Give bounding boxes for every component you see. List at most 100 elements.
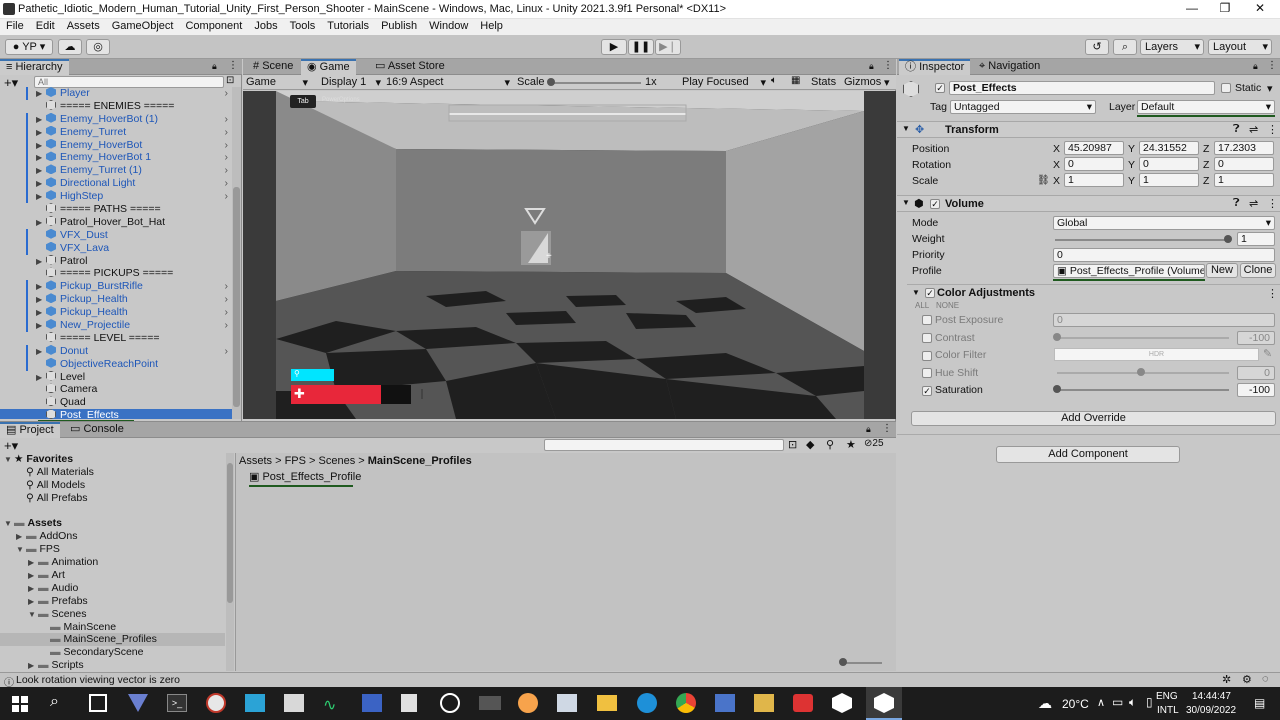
hierarchy-item[interactable]: ▶ Enemy_Turret › [0,125,232,139]
unity-hub-icon[interactable] [832,693,852,713]
menu-tools[interactable]: Tools [284,19,322,32]
profile-clone-button[interactable]: Clone [1240,263,1276,278]
menu-help[interactable]: Help [474,19,509,32]
help-icon[interactable]: ❓︎ [1233,197,1240,210]
project-tree-item[interactable]: ▶ ▬ Audio [0,582,225,595]
gizmos-button[interactable]: Gizmos [844,76,881,88]
open-prefab-icon[interactable]: › [225,126,229,139]
project-tree-item[interactable]: ⚲ All Prefabs [0,492,225,505]
active-checkbox[interactable]: ✓ [935,83,945,93]
hierarchy-item[interactable]: ▶ Pickup_Health › [0,293,232,307]
project-tree-item[interactable]: ⚲ All Models [0,479,225,492]
hierarchy-item[interactable]: ▶ New_Projectile › [0,319,232,332]
static-checkbox[interactable] [1221,83,1231,93]
tab-game[interactable]: ◉ Game [301,59,356,75]
stats-button[interactable]: Stats [811,76,836,88]
project-tree-scrollbar[interactable] [226,453,234,671]
contrast-slider-knob[interactable] [1053,333,1061,341]
hierarchy-item[interactable]: ===== LEVEL ===== [0,331,232,345]
project-tree-item[interactable]: ▶ ▬ AddOns [0,530,225,543]
axis-label-z[interactable]: Z [1203,175,1209,187]
open-prefab-icon[interactable]: › [225,345,229,358]
add-component-button[interactable]: Add Component [996,446,1180,463]
edge-icon[interactable] [637,693,657,713]
play-button[interactable]: ▶ [601,39,627,55]
hierarchy-item[interactable]: ObjectiveReachPoint [0,357,232,371]
none-toggle[interactable]: NONE [936,301,959,310]
open-prefab-icon[interactable]: › [225,177,229,190]
contrast-field[interactable]: -100 [1237,331,1275,345]
search-icon[interactable]: ⌕ [1113,39,1137,55]
open-prefab-icon[interactable]: › [225,293,229,306]
project-tree-item[interactable]: ▼ ▬ Assets [0,517,225,530]
blender-icon[interactable] [518,693,538,713]
collab-icon[interactable]: ◎ [86,39,110,55]
expand-arrow-icon[interactable]: ▶ [28,660,38,671]
breadcrumb-item[interactable]: Assets [239,455,272,467]
project-tree-item[interactable]: ▬ SecondaryScene [0,646,225,659]
position-y-field[interactable]: 24.31552 [1139,141,1199,155]
breadcrumb-item[interactable]: FPS [285,455,306,467]
scale-slider-knob[interactable] [547,78,555,86]
layout-dropdown[interactable]: Layout ▾ [1208,39,1272,55]
hierarchy-item[interactable]: ▶ Level [0,370,232,384]
foldout-arrow-icon[interactable]: ▼ [912,288,920,297]
hierarchy-item[interactable]: ===== PATHS ===== [0,203,232,216]
hierarchy-item[interactable]: ▶ Donut › [0,344,232,358]
color-filter-override[interactable] [922,351,932,361]
open-prefab-icon[interactable]: › [225,164,229,177]
project-tree-item[interactable]: ▶ ▬ Scripts [0,659,225,671]
search-by-label-icon[interactable]: ◆ [806,438,814,451]
axis-label-x[interactable]: X [1053,175,1060,187]
breadcrumb-item[interactable]: MainScene_Profiles [368,455,472,467]
color-filter-swatch[interactable]: HDR [1054,348,1259,361]
pause-button[interactable]: ❚❚ [628,39,654,55]
scale-y-field[interactable]: 1 [1139,173,1199,187]
more-icon[interactable]: ⋮ [883,60,893,71]
minimize-button[interactable]: — [1175,0,1209,19]
project-tree-item[interactable]: ⚲ All Materials [0,466,225,479]
weather-temp[interactable]: 20°C [1062,697,1089,711]
post-exposure-field[interactable]: 0 [1053,313,1275,327]
weather-icon[interactable]: ☁ [1038,695,1052,712]
tab-hierarchy[interactable]: ≡ Hierarchy [0,59,69,75]
icon-size-slider-knob[interactable] [839,658,847,666]
language-code[interactable]: ENG [1156,691,1178,702]
expand-arrow-icon[interactable]: ▼ [28,609,38,622]
progress-icon[interactable]: ✲ [1222,673,1231,686]
project-tree-item[interactable]: ▶ ▬ Prefabs [0,595,225,608]
add-override-button[interactable]: Add Override [911,411,1276,426]
component-menu-icon[interactable]: ⋮ [1267,287,1278,300]
language-layout[interactable]: INTL [1157,705,1179,716]
foldout-arrow-icon[interactable]: ▼ [902,198,910,207]
axis-label-y[interactable]: Y [1128,175,1135,187]
hierarchy-item[interactable]: ▶ Enemy_HoverBot (1) › [0,112,232,126]
document-icon[interactable] [401,694,417,712]
menu-window[interactable]: Window [423,19,474,32]
scale-slider[interactable] [549,82,641,84]
tab-inspector[interactable]: ⓘ Inspector [899,59,971,75]
breadcrumb-item[interactable]: Scenes [319,455,356,467]
cloud-icon[interactable]: ☁ [58,39,82,55]
lock-icon[interactable]: 🔒︎ [1253,61,1258,72]
app3-icon[interactable] [715,694,735,712]
project-tree-item[interactable]: ▼ ▬ Scenes [0,608,225,621]
color-adjustments-checkbox[interactable]: ✓ [925,288,935,298]
menu-assets[interactable]: Assets [61,19,106,32]
scrollbar-thumb[interactable] [233,187,240,407]
foldout-arrow-icon[interactable]: ▼ [902,124,910,133]
hierarchy-item[interactable]: VFX_Lava [0,241,232,255]
display-mode-dropdown[interactable]: Game ▾ [246,76,308,89]
battery-icon[interactable]: ▯ [1146,695,1153,709]
app2-icon[interactable] [557,694,577,712]
word-icon[interactable] [362,694,382,712]
eyedropper-icon[interactable]: ✎ [1263,347,1272,360]
hierarchy-item[interactable]: ▶ Patrol [0,254,232,268]
tab-project[interactable]: ▤ Project [0,422,60,438]
open-prefab-icon[interactable]: › [225,113,229,126]
rotation-y-field[interactable]: 0 [1139,157,1199,171]
hue-shift-override[interactable] [922,368,932,378]
object-name-field[interactable]: Post_Effects [949,81,1215,95]
tray-chevron-icon[interactable]: ∧ [1097,696,1105,709]
hierarchy-item[interactable]: VFX_Dust [0,228,232,242]
